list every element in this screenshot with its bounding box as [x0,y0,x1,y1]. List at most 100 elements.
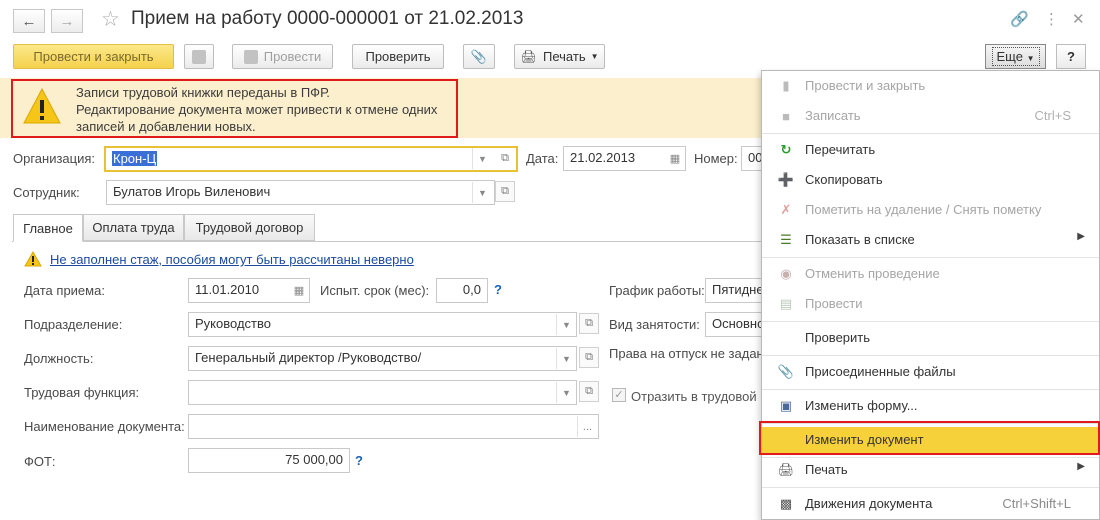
number-field[interactable]: 00 [741,146,763,171]
menu-item-attached-files[interactable]: 📎 Присоединенные файлы [762,359,1099,385]
chevron-down-icon: ▼ [590,52,599,61]
menu-item-label: Отменить проведение [805,266,940,281]
help-question-icon[interactable]: ? [355,453,363,468]
more-vertical-icon[interactable]: ⋮ [1044,10,1059,28]
hire-date-label: Дата приема: [24,283,105,298]
tab-salary[interactable]: Оплата труда [83,214,184,241]
schedule-field[interactable]: Пятидне [705,278,763,303]
position-value: Генеральный директор /Руководство/ [195,350,422,365]
menu-separator [762,355,1099,356]
post-close-icon: ▮ [782,78,790,93]
link-icon[interactable]: 🔗 [1010,10,1029,28]
favorite-star-icon[interactable]: ☆ [101,7,120,32]
dropdown-arrow-icon[interactable]: ▼ [556,348,576,369]
dropdown-arrow-icon[interactable]: ▼ [556,314,576,335]
fot-label: ФОТ: [24,454,56,469]
menu-item-post[interactable]: ▤ Провести [762,291,1099,317]
menu-item-check[interactable]: Проверить [762,325,1099,351]
dropdown-arrow-icon[interactable]: ▼ [472,148,492,169]
menu-item-post-close[interactable]: ▮ Провести и закрыть [762,73,1099,99]
menu-item-label: Печать [805,462,848,477]
position-field[interactable]: Генеральный директор /Руководство/ [188,346,577,371]
department-label: Подразделение: [24,317,123,332]
experience-warning-link[interactable]: Не заполнен стаж, пособия могут быть рас… [50,252,414,267]
menu-item-label: Движения документа [805,496,933,511]
menu-item-label: Провести [805,296,863,311]
dropdown-arrow-icon[interactable]: ▼ [472,182,492,203]
ellipsis-button[interactable]: ... [577,416,597,437]
calendar-icon[interactable]: ▦ [665,148,685,169]
menu-item-mark-delete[interactable]: ✗ Пометить на удаление / Снять пометку [762,197,1099,223]
calendar-icon[interactable]: ▦ [289,280,309,301]
menu-item-unpost[interactable]: ◉ Отменить проведение [762,261,1099,287]
arrow-right-icon: → [59,12,75,30]
reflect-checkbox[interactable]: ✓ [612,388,626,402]
dropdown-arrow-icon[interactable]: ▼ [556,382,576,403]
employment-field[interactable]: Основно [705,312,763,337]
post-and-close-button[interactable]: Провести и закрыть [13,44,174,69]
menu-separator [762,487,1099,488]
list-icon: ☰ [780,232,792,247]
warning-small-icon [24,251,42,267]
check-button[interactable]: Проверить [352,44,444,69]
number-label: Номер: [694,151,738,166]
employee-label: Сотрудник: [13,185,80,200]
post-and-close-label: Провести и закрыть [33,49,154,64]
employment-value: Основно [712,316,763,331]
probation-field[interactable]: 0,0 [436,278,488,303]
more-label: Еще [996,49,1023,64]
menu-item-change-form[interactable]: ▣ Изменить форму... [762,393,1099,419]
open-icon[interactable]: ⧉ [579,347,599,368]
date-value: 21.02.2013 [570,150,636,165]
fot-field[interactable]: 75 000,00 [188,448,350,473]
print-icon: 🖨 [777,462,795,477]
menu-item-print[interactable]: 🖨 Печать ▶ [762,457,1099,483]
forward-button[interactable]: → [51,9,83,33]
help-button[interactable]: ? [1056,44,1086,69]
print-icon: 🖨 [520,48,537,64]
menu-item-reread[interactable]: ↻ Перечитать [762,137,1099,163]
tab-label: Трудовой договор [195,220,304,235]
vacation-rights-text: Права на отпуск не задан [609,346,762,361]
tab-contract[interactable]: Трудовой договор [184,214,315,241]
tab-main[interactable]: Главное [13,214,83,242]
probation-label: Испыт. срок (мес): [320,283,430,298]
menu-item-document-movements[interactable]: ▩ Движения документа Ctrl+Shift+L [762,491,1099,517]
more-button[interactable]: Еще ▼ [985,44,1046,69]
attachments-button[interactable]: 📎 [463,44,495,69]
page-title: Прием на работу 0000-000001 от 21.02.201… [131,8,524,29]
date-label: Дата: [526,151,559,166]
paperclip-icon: 📎 [470,48,488,64]
open-icon[interactable]: ⧉ [495,181,515,202]
employee-field[interactable]: Булатов Игорь Виленович [106,180,495,205]
print-button[interactable]: 🖨 Печать ▼ [514,44,605,69]
fot-value: 75 000,00 [285,452,343,467]
organization-field[interactable]: Крон-Ц [104,146,518,172]
back-button[interactable]: ← [13,9,45,33]
help-question-icon[interactable]: ? [494,282,502,297]
docname-label: Наименование документа: [24,419,185,434]
open-icon[interactable]: ⧉ [579,313,599,334]
menu-item-save[interactable]: ■ Записать Ctrl+S [762,103,1099,129]
tab-label: Оплата труда [92,220,175,235]
open-icon[interactable]: ⧉ [579,381,599,402]
organization-value: Крон-Ц [112,151,158,166]
tab-label: Главное [23,220,73,236]
docname-field[interactable] [188,414,599,439]
edit-document-highlight-frame [759,421,1100,455]
function-field[interactable] [188,380,577,405]
post-button[interactable]: Провести [232,44,333,69]
menu-item-copy[interactable]: ➕ Скопировать [762,167,1099,193]
menu-item-label: Пометить на удаление / Снять пометку [805,202,1042,217]
open-icon[interactable]: ⧉ [495,148,515,169]
help-label: ? [1067,49,1075,64]
menu-item-shortcut: Ctrl+Shift+L [1002,496,1071,511]
save-button[interactable] [184,44,214,69]
menu-item-label: Показать в списке [805,232,915,247]
save-icon [192,49,206,64]
close-icon[interactable]: ✕ [1072,10,1085,28]
menu-item-label: Провести и закрыть [805,78,926,93]
department-field[interactable]: Руководство [188,312,577,337]
menu-item-show-in-list[interactable]: ☰ Показать в списке ▶ [762,227,1099,253]
warning-highlight-frame [11,79,458,138]
